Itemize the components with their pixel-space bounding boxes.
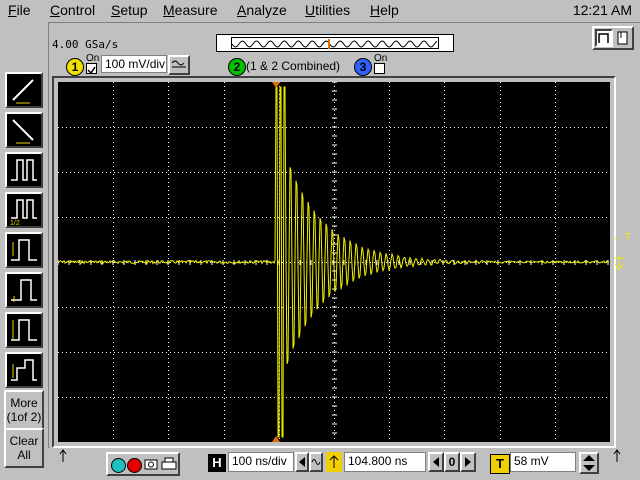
menu-analyze[interactable]: Analyze: [237, 2, 287, 18]
timebase-down-button[interactable]: [295, 452, 309, 472]
graticule: [58, 82, 609, 439]
single-screen-icon[interactable]: [595, 29, 613, 47]
waveform-overview[interactable]: [216, 34, 454, 52]
window-mode-buttons: [592, 26, 634, 50]
menu-help[interactable]: Help: [370, 2, 399, 18]
timebase-wave-button[interactable]: [309, 452, 323, 472]
timing-updown-icon[interactable]: [5, 312, 43, 348]
menu-divider: [0, 22, 640, 23]
scroll-up-right-icon: [613, 449, 621, 462]
stop-icon[interactable]: [127, 458, 142, 473]
menu-file[interactable]: File: [8, 2, 31, 18]
channel-1-checkbox[interactable]: [86, 63, 97, 75]
left-toolbar: 1/2 More (1of 2) Clear All: [0, 22, 48, 468]
channel-1-scale-field[interactable]: 100 mV/div: [101, 55, 167, 73]
horizontal-button[interactable]: H: [208, 454, 226, 472]
menu-utilities[interactable]: Utilities: [305, 2, 350, 18]
delay-field[interactable]: 104.800 ns: [344, 452, 426, 472]
timing-stair-icon[interactable]: [5, 352, 43, 388]
ground-reference-icon: [614, 257, 624, 271]
toolbar-divider: [48, 23, 49, 448]
sample-rate: 4.00 GSa/s: [52, 38, 119, 51]
delay-right-button[interactable]: [460, 452, 476, 472]
delay-marker-icon: [326, 452, 342, 472]
channel-1-badge[interactable]: 1: [66, 58, 84, 76]
delay-zero-button[interactable]: 0: [444, 452, 460, 472]
timing-up-icon[interactable]: [5, 272, 43, 308]
menu-measure[interactable]: Measure: [163, 2, 217, 18]
clock: 12:21 AM: [572, 2, 632, 18]
channel-3-checkbox[interactable]: [374, 63, 385, 74]
trigger-button[interactable]: T: [490, 454, 510, 474]
run-icon[interactable]: [111, 458, 126, 473]
trigger-level-spinner[interactable]: [579, 452, 599, 474]
trigger-level-field[interactable]: 58 mV: [510, 452, 576, 472]
falling-edge-trigger-icon[interactable]: [5, 112, 43, 148]
overview-window[interactable]: [231, 37, 439, 49]
cursor-hand-icon[interactable]: [615, 29, 631, 47]
menu-setup[interactable]: Setup: [111, 2, 148, 18]
scope-screen[interactable]: [58, 82, 610, 442]
trigger-position-top-marker: [272, 82, 280, 88]
trigger-level-marker: ← T: [612, 232, 631, 243]
pulse-width-icon[interactable]: [5, 152, 43, 188]
svg-text:1/2: 1/2: [10, 220, 20, 226]
channel-1-coupling-button[interactable]: [168, 55, 190, 75]
pulse-width-1of2-icon[interactable]: 1/2: [5, 192, 43, 228]
camera-icon: [144, 459, 158, 470]
rising-edge-trigger-icon[interactable]: [5, 72, 43, 108]
channel-2-label: (1 & 2 Combined): [246, 59, 341, 73]
scroll-up-icon: [59, 449, 67, 462]
menu-bar: File Control Setup Measure Analyze Utili…: [0, 0, 640, 22]
channel-3-badge[interactable]: 3: [354, 58, 372, 76]
printer-icon: [161, 457, 177, 470]
timebase-field[interactable]: 100 ns/div: [228, 452, 294, 472]
clear-all-button[interactable]: Clear All: [4, 428, 44, 468]
run-control-group: [106, 452, 180, 476]
delay-left-button[interactable]: [428, 452, 444, 472]
timing-delta-icon[interactable]: [5, 232, 43, 268]
menu-control[interactable]: Control: [50, 2, 95, 18]
more-button[interactable]: More (1of 2): [4, 390, 44, 430]
channel-2-badge[interactable]: 2: [228, 58, 246, 76]
